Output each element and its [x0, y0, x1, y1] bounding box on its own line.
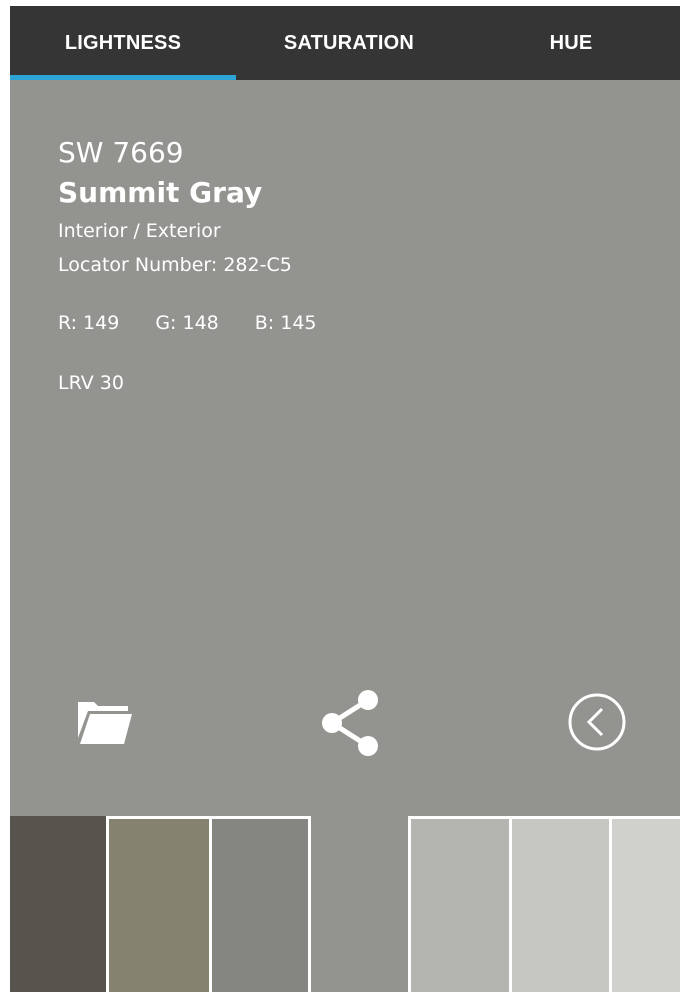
tab-bar: LIGHTNESS SATURATION HUE [10, 6, 680, 80]
swatch-chip-2[interactable] [106, 816, 210, 992]
rgb-b-value: B: 145 [254, 312, 317, 334]
color-usage: Interior / Exterior [58, 220, 221, 242]
swatch-strip [10, 816, 680, 992]
lrv-value: LRV 30 [58, 372, 124, 394]
color-number: SW 7669 [58, 136, 184, 169]
rgb-g-value: G: 148 [155, 312, 219, 334]
swatch-chip-1[interactable] [10, 816, 106, 992]
swatch-chip-5[interactable] [408, 816, 511, 992]
tab-hue[interactable]: HUE [462, 6, 680, 80]
tab-saturation[interactable]: SATURATION [236, 6, 462, 80]
swatch-chip-6[interactable] [509, 816, 611, 992]
swatch-chip-current[interactable] [311, 816, 409, 992]
tab-lightness[interactable]: LIGHTNESS [10, 6, 236, 80]
color-name: Summit Gray [58, 176, 263, 209]
swatch-chip-3[interactable] [209, 816, 311, 992]
color-detail-screen: LIGHTNESS SATURATION HUE SW 7669 Summit … [10, 6, 680, 992]
folder-icon[interactable] [76, 698, 134, 746]
tab-saturation-label: SATURATION [283, 31, 415, 54]
rgb-r-value: R: 149 [58, 312, 120, 334]
chevron-left-circle-icon[interactable] [566, 691, 628, 753]
color-swatch-panel: SW 7669 Summit Gray Interior / Exterior … [10, 80, 680, 818]
tab-lightness-label: LIGHTNESS [64, 31, 182, 54]
tab-hue-label: HUE [549, 31, 593, 54]
swatch-chip-7[interactable] [609, 816, 680, 992]
locator-number: Locator Number: 282-C5 [58, 254, 292, 276]
rgb-values: R: 149 G: 148 B: 145 [58, 312, 353, 334]
share-icon[interactable] [318, 688, 384, 758]
